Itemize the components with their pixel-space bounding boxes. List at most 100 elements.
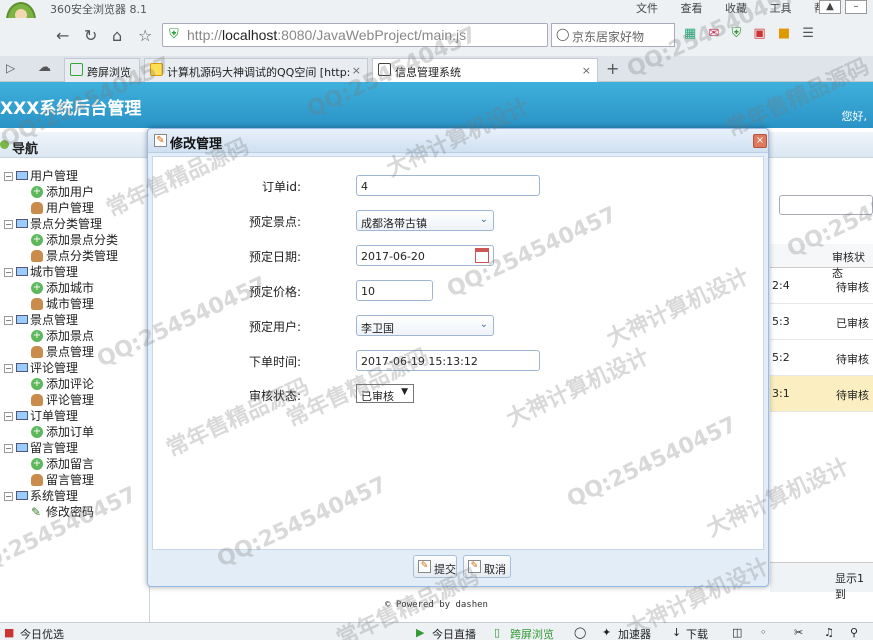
nav-item[interactable]: 城市管理 bbox=[0, 296, 150, 312]
date-input[interactable]: 2017-06-20 bbox=[356, 245, 494, 266]
collapse-icon[interactable]: − bbox=[4, 444, 13, 453]
tab-label: 计算机源码大神调试的QQ空间 [http: bbox=[167, 66, 351, 79]
ie-icon[interactable]: ◦ bbox=[760, 626, 767, 639]
nav-group-label: 城市管理 bbox=[30, 265, 79, 279]
collapse-icon[interactable]: − bbox=[4, 172, 13, 181]
favorite-star-icon[interactable]: ☆ bbox=[138, 26, 152, 45]
order-id-input[interactable]: 4 bbox=[356, 175, 540, 196]
nav-item[interactable]: 评论管理 bbox=[0, 392, 150, 408]
close-icon[interactable]: × bbox=[753, 134, 767, 148]
screenshot-icon[interactable]: ✂ bbox=[794, 626, 803, 639]
nav-group[interactable]: − 用户管理 bbox=[0, 168, 150, 184]
table-row[interactable]: 2:4 待审核 bbox=[770, 268, 873, 304]
calendar-icon[interactable] bbox=[475, 248, 489, 263]
close-tab-icon[interactable]: × bbox=[352, 64, 361, 77]
nav-item[interactable]: + 添加订单 bbox=[0, 424, 150, 440]
zoom-icon[interactable]: ⚲ bbox=[850, 626, 858, 639]
nav-item-label: 添加留言 bbox=[46, 457, 95, 471]
status-crossscreen[interactable]: 跨屏浏览 bbox=[510, 626, 554, 640]
nav-item[interactable]: + 添加景点 bbox=[0, 328, 150, 344]
apps-icon[interactable]: ▦ bbox=[684, 26, 696, 41]
table-row[interactable]: 5:2 待审核 bbox=[770, 340, 873, 376]
nav-item[interactable]: + 添加城市 bbox=[0, 280, 150, 296]
new-tab-icon[interactable]: + bbox=[606, 59, 619, 78]
window-icon[interactable]: ◫ bbox=[732, 626, 742, 639]
nav-item[interactable]: + 添加景点分类 bbox=[0, 232, 150, 248]
chevron-down-icon: ⌄ bbox=[479, 319, 488, 330]
app-header: XXX系统后台管理 您好, bbox=[0, 82, 873, 128]
field-label: 预定价格: bbox=[248, 285, 301, 299]
home-icon[interactable]: ⌂ bbox=[112, 26, 122, 45]
cart-icon[interactable]: ■ bbox=[778, 26, 790, 41]
collapse-icon[interactable]: − bbox=[4, 492, 13, 501]
field-price: 预定价格: 10 bbox=[153, 280, 765, 302]
nav-group[interactable]: − 留言管理 bbox=[0, 440, 150, 456]
status-today-picks[interactable]: 今日优选 bbox=[20, 626, 64, 640]
shield-icon[interactable]: ⛨ bbox=[731, 26, 741, 41]
cloud-icon[interactable]: ☁ bbox=[38, 60, 51, 75]
browser-toolbar: ← ↻ ⌂ ☆ ⛨ http://localhost:8080/JavaWebP… bbox=[0, 18, 873, 52]
field-label: 下单时间: bbox=[248, 355, 301, 369]
table-row[interactable]: 5:3 已审核 bbox=[770, 304, 873, 340]
translate-icon[interactable]: ▣ bbox=[753, 26, 765, 41]
status-accelerator[interactable]: 加速器 bbox=[618, 626, 651, 640]
globe-icon[interactable]: ◯ bbox=[574, 626, 586, 639]
nav-item[interactable]: 景点分类管理 bbox=[0, 248, 150, 264]
nav-item[interactable]: 景点管理 bbox=[0, 344, 150, 360]
spot-select[interactable]: 成都洛带古镇 ⌄ bbox=[356, 210, 494, 231]
sidebar-toggle-icon[interactable]: ▷ bbox=[6, 61, 15, 75]
back-icon[interactable]: ← bbox=[56, 26, 69, 45]
tab-qq-space[interactable]: 计算机源码大神调试的QQ空间 [http: × bbox=[144, 58, 368, 82]
collapse-icon[interactable]: − bbox=[4, 268, 13, 277]
cell-review-status: 已审核 bbox=[836, 317, 869, 330]
nav-panel: 导航 − 用户管理 + 添加用户 用户管理 − 景点分类管理 + 添加景点分类 景点分类管理 − 城市… bbox=[0, 132, 247, 622]
menu-tools[interactable]: 工具 bbox=[770, 2, 792, 15]
order-time-input[interactable]: 2017-06-19 15:13:12 bbox=[356, 350, 540, 371]
table-row[interactable]: 3:1 待审核 bbox=[770, 376, 873, 412]
nav-item[interactable]: 用户管理 bbox=[0, 200, 150, 216]
collapse-icon[interactable]: − bbox=[4, 364, 13, 373]
submit-button[interactable]: ✎ 提交 bbox=[413, 555, 457, 578]
nav-item[interactable]: ✎ 修改密码 bbox=[0, 504, 150, 520]
mail-icon[interactable]: ✉ bbox=[708, 26, 719, 41]
address-bar[interactable]: ⛨ http://localhost:8080/JavaWebProject/m… bbox=[162, 23, 548, 47]
menu-view[interactable]: 查看 bbox=[681, 2, 703, 15]
volume-icon[interactable]: ♫ bbox=[824, 626, 834, 639]
nav-group[interactable]: − 系统管理 bbox=[0, 488, 150, 504]
status-live[interactable]: 今日直播 bbox=[432, 626, 476, 640]
skin-icon[interactable]: ▲ bbox=[819, 0, 841, 14]
minimize-icon[interactable]: – bbox=[845, 0, 867, 14]
tab-info-system[interactable]: 信息管理系统 × bbox=[372, 58, 598, 82]
review-status-select[interactable]: 已审核 ▼ bbox=[356, 384, 414, 403]
nav-title: 导航 bbox=[0, 132, 149, 158]
cancel-button[interactable]: ✎ 取消 bbox=[463, 555, 511, 578]
nav-item[interactable]: 留言管理 bbox=[0, 472, 150, 488]
price-input[interactable]: 10 bbox=[356, 280, 433, 301]
add-icon: + bbox=[31, 330, 43, 342]
collapse-icon[interactable]: − bbox=[4, 412, 13, 421]
nav-item[interactable]: + 添加评论 bbox=[0, 376, 150, 392]
nav-group[interactable]: − 评论管理 bbox=[0, 360, 150, 376]
nav-item[interactable]: + 添加留言 bbox=[0, 456, 150, 472]
nav-item[interactable]: + 添加用户 bbox=[0, 184, 150, 200]
status-download[interactable]: 下载 bbox=[686, 626, 708, 640]
menu-file[interactable]: 文件 bbox=[636, 2, 658, 15]
nav-group[interactable]: − 订单管理 bbox=[0, 408, 150, 424]
user-select[interactable]: 李卫国 ⌄ bbox=[356, 315, 494, 336]
nav-item-label: 城市管理 bbox=[46, 297, 95, 311]
grid-header: 审核状态 bbox=[770, 244, 873, 280]
collapse-icon[interactable]: − bbox=[4, 316, 13, 325]
collapse-icon[interactable]: − bbox=[4, 220, 13, 229]
menu-icon[interactable]: ☰ bbox=[802, 26, 814, 41]
nav-group[interactable]: − 城市管理 bbox=[0, 264, 150, 280]
content-search-box[interactable] bbox=[779, 195, 873, 215]
nav-group[interactable]: − 景点分类管理 bbox=[0, 216, 150, 232]
nav-group[interactable]: − 景点管理 bbox=[0, 312, 150, 328]
menu-favorites[interactable]: 收藏 bbox=[725, 2, 747, 15]
field-date: 预定日期: 2017-06-20 bbox=[153, 245, 765, 267]
spot-selected-value: 成都洛带古镇 bbox=[361, 217, 427, 230]
tab-crossscreen[interactable]: 跨屏浏览 bbox=[64, 58, 140, 82]
refresh-icon[interactable]: ↻ bbox=[84, 26, 97, 45]
close-tab-icon[interactable]: × bbox=[582, 64, 591, 77]
search-input[interactable]: ◯ 京东居家好物 bbox=[551, 23, 675, 47]
